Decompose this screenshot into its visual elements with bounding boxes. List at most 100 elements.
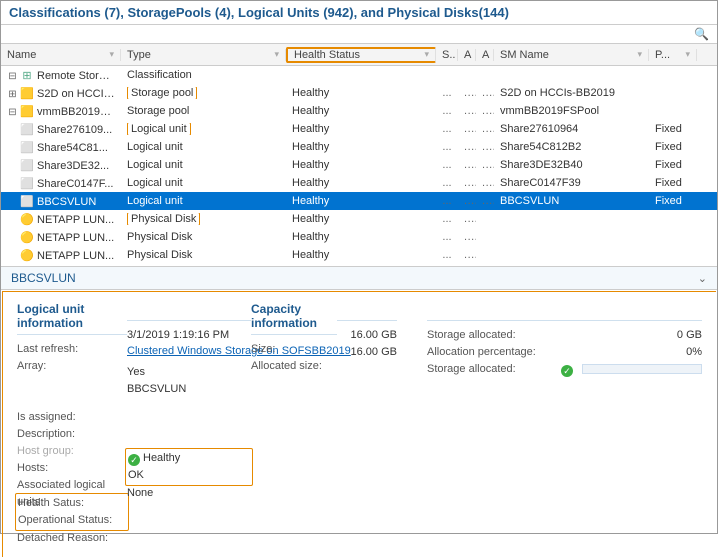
- cell-sm: BBCSVLUN: [494, 195, 649, 207]
- cell-s: ...: [436, 105, 458, 117]
- val-description: BBCSVLUN: [127, 381, 251, 398]
- cell-name[interactable]: ⬜ShareC0147F...: [1, 177, 121, 190]
- grid-body[interactable]: ⊟⊞Remote StorageClassification⊞🟨S2D on H…: [1, 66, 717, 266]
- disk-icon: 🟡: [20, 249, 34, 262]
- cell-a: ...: [458, 123, 476, 135]
- val-alloc-pct: 0%: [547, 344, 702, 361]
- cell-name[interactable]: ⊞🟨S2D on HCCIs-B...: [1, 87, 121, 100]
- label-description: Description:: [17, 426, 127, 443]
- cell-name[interactable]: ⊟⊞Remote Storage: [1, 69, 121, 82]
- cell-name[interactable]: ⬜Share3DE32...: [1, 159, 121, 172]
- col-type[interactable]: Type▾: [121, 49, 286, 61]
- val-is-assigned: Yes: [127, 364, 251, 381]
- lun-icon: ⬜: [20, 141, 34, 154]
- details-values-mid: 16.00 GB 16.00 GB: [337, 302, 427, 547]
- label-alloc-pct: Allocation percentage:: [427, 344, 547, 361]
- disk-icon: 🟡: [20, 231, 34, 244]
- table-row[interactable]: ⬜Share276109...Logical unitHealthy......…: [1, 120, 717, 138]
- cell-health: Healthy: [286, 177, 436, 189]
- cell-p: Fixed: [649, 141, 697, 153]
- lun-icon: ⬜: [20, 123, 34, 136]
- details-body: Logical unit information Last refresh: A…: [2, 291, 716, 557]
- label-hosts: Hosts:: [17, 460, 127, 477]
- disk-icon: 🟡: [20, 213, 34, 226]
- expander-icon[interactable]: ⊞: [7, 89, 18, 100]
- cell-name[interactable]: ⊟🟨vmmBB2019FSP...: [1, 105, 121, 118]
- label-alloc-size: Allocated size:: [251, 358, 337, 375]
- cell-p: Fixed: [649, 177, 697, 189]
- progress-bar: [582, 364, 702, 374]
- table-row[interactable]: ⬜Share3DE32...Logical unitHealthy.......…: [1, 156, 717, 174]
- table-row[interactable]: 🟡NETAPP LUN...Physical DiskHealthy......: [1, 210, 717, 228]
- cell-a: ...: [458, 195, 476, 207]
- expander-icon[interactable]: ⊟: [7, 71, 18, 82]
- section-capacity: Capacity information: [251, 302, 337, 335]
- val-array[interactable]: Clustered Windows Storage on SOFSBB2019: [127, 344, 251, 358]
- cell-health: Healthy: [286, 87, 436, 99]
- cell-a2: ...: [476, 177, 494, 189]
- cell-s: ...: [436, 195, 458, 207]
- cell-a2: ...: [476, 105, 494, 117]
- col-a[interactable]: A: [458, 49, 476, 61]
- details-header[interactable]: BBCSVLUN ⌄: [1, 266, 717, 290]
- cell-name[interactable]: ⬜Share276109...: [1, 123, 121, 136]
- expander-icon[interactable]: ⊟: [7, 107, 18, 118]
- col-sm-name[interactable]: SM Name▾: [494, 49, 649, 61]
- details-labels-mid: Capacity information Size: Allocated siz…: [251, 302, 337, 547]
- cell-p: Fixed: [649, 123, 697, 135]
- details-labels-right: Storage allocated: Allocation percentage…: [427, 302, 547, 547]
- cell-a2: ...: [476, 87, 494, 99]
- cell-s: ...: [436, 159, 458, 171]
- cell-type: Physical Disk: [121, 213, 286, 225]
- col-name[interactable]: Name▾: [1, 49, 121, 61]
- cell-sm: S2D on HCCIs-BB2019: [494, 87, 649, 99]
- window-title: Classifications (7), StoragePools (4), L…: [1, 1, 717, 25]
- cell-name[interactable]: 🟡NETAPP LUN...: [1, 249, 121, 262]
- table-row[interactable]: ⬜Share54C81...Logical unitHealthy.......…: [1, 138, 717, 156]
- col-a2[interactable]: A: [476, 49, 494, 61]
- cell-type: Logical unit: [121, 141, 286, 153]
- cell-name[interactable]: ⬜BBCSVLUN: [1, 195, 121, 208]
- col-p[interactable]: P...▾: [649, 49, 697, 61]
- pool-icon: 🟨: [20, 105, 34, 118]
- cell-sm: vmmBB2019FSPool: [494, 105, 649, 117]
- cell-sm: Share54C812B2: [494, 141, 649, 153]
- cell-sm: Share27610964: [494, 123, 649, 135]
- table-row[interactable]: ⊟🟨vmmBB2019FSP...Storage poolHealthy....…: [1, 102, 717, 120]
- table-row[interactable]: ⊞🟨S2D on HCCIs-B...Storage poolHealthy..…: [1, 84, 717, 102]
- chevron-down-icon[interactable]: ⌄: [698, 272, 707, 285]
- cell-a: ...: [458, 249, 476, 261]
- cell-a2: ...: [476, 159, 494, 171]
- label-last-refresh: Last refresh:: [17, 341, 127, 358]
- cell-name[interactable]: 🟡NETAPP LUN...: [1, 213, 121, 226]
- lun-icon: ⬜: [20, 177, 34, 190]
- class-icon: ⊞: [20, 69, 34, 82]
- label-op-status: Operational Status:: [18, 512, 126, 529]
- table-row[interactable]: ⬜ShareC0147F...Logical unitHealthy......…: [1, 174, 717, 192]
- grid-header: Name▾ Type▾ Health Status▾ S.. A A SM Na…: [1, 44, 717, 66]
- cell-health: Healthy: [286, 195, 436, 207]
- cell-a2: ...: [476, 123, 494, 135]
- cell-name[interactable]: ⬜Share54C81...: [1, 141, 121, 154]
- table-row[interactable]: 🟡NETAPP LUN...Physical DiskHealthy......: [1, 228, 717, 246]
- cell-name[interactable]: 🟡NETAPP LUN...: [1, 231, 121, 244]
- col-s[interactable]: S..: [436, 49, 458, 61]
- table-row[interactable]: ⊟⊞Remote StorageClassification: [1, 66, 717, 84]
- search-icon[interactable]: 🔍: [690, 27, 713, 41]
- table-row[interactable]: ⬜BBCSVLUNLogical unitHealthy.........BBC…: [1, 192, 717, 210]
- label-health-status: Health Satus:: [18, 495, 126, 512]
- cell-type: Logical unit: [121, 177, 286, 189]
- table-row[interactable]: 🟡NETAPP LUN...Physical DiskHealthy......: [1, 246, 717, 264]
- col-health-status[interactable]: Health Status▾: [286, 47, 436, 63]
- cell-a: ...: [458, 141, 476, 153]
- cell-s: ...: [436, 177, 458, 189]
- details-values-right: 0 GB 0% ✓: [547, 302, 702, 547]
- cell-a2: ...: [476, 195, 494, 207]
- val-last-refresh: 3/1/2019 1:19:16 PM: [127, 327, 251, 344]
- cell-health: Healthy: [286, 213, 436, 225]
- label-detached: Detached Reason:: [17, 530, 127, 547]
- cell-s: ...: [436, 231, 458, 243]
- val-size: 16.00 GB: [337, 327, 397, 344]
- label-stor-alloc-bar: Storage allocated:: [427, 361, 547, 378]
- cell-type: Logical unit: [121, 123, 286, 135]
